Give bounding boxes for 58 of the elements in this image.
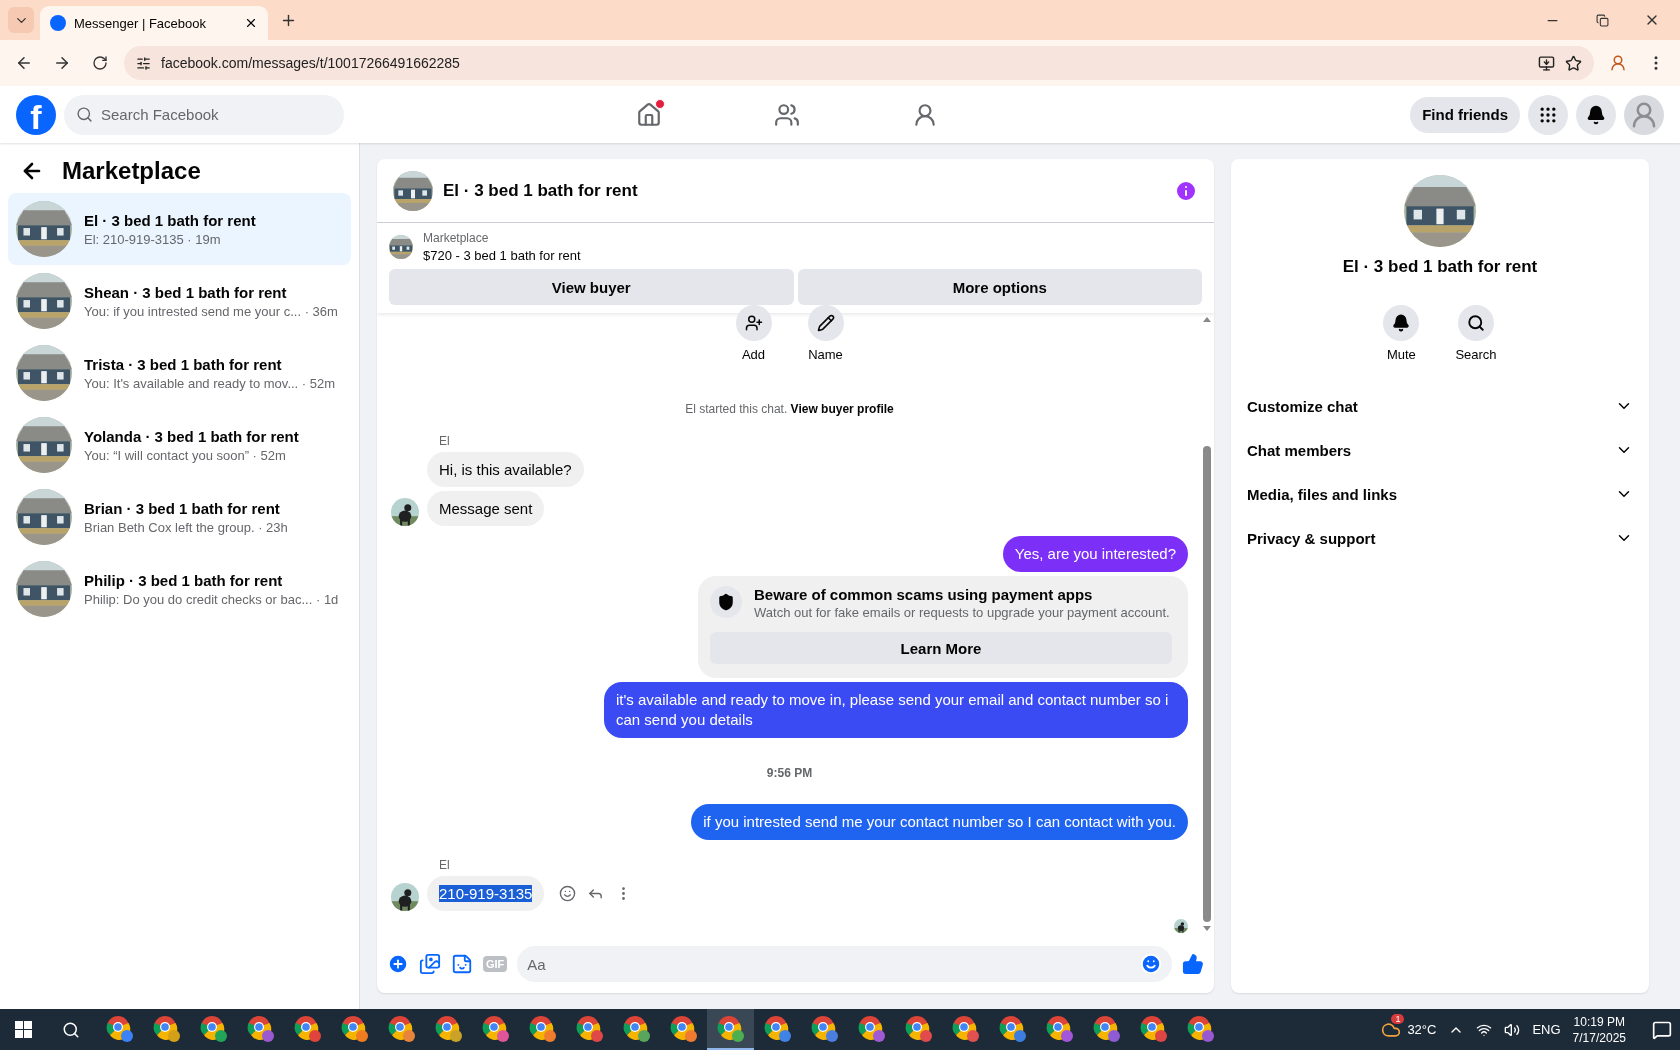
settings-section[interactable]: Media, files and links: [1247, 472, 1633, 516]
action-label: Mute: [1386, 347, 1416, 362]
search-field[interactable]: Search Facebook: [64, 94, 344, 135]
conversation-preview: You: “I will contact you soon” · 52m: [84, 447, 287, 463]
action-label: Add: [741, 347, 766, 362]
action-label: Search: [1455, 347, 1497, 362]
notification-badge: 1: [1391, 1013, 1405, 1024]
clock-date[interactable]: 7/17/2025: [1572, 1029, 1626, 1046]
conversation-item[interactable]: Philip · 3 bed 1 bath for rent Philip: Do you do credit checks or bac... · 1d: [8, 553, 351, 625]
action-label: Name: [808, 347, 843, 362]
conversation-preview: Philip: Do you do credit checks or bac... · 1d: [84, 591, 339, 607]
timestamp: 9:56 PM: [766, 766, 813, 780]
sidebar-title: Marketplace: [62, 157, 201, 185]
listing-title: $720 - 3 bed 1 bath for rent: [423, 248, 581, 263]
message-bubble: Message sent: [427, 491, 545, 526]
conversation-preview: Brian Beth Cox left the group. · 23h: [84, 519, 288, 535]
conversation-name: Yolanda · 3 bed 1 bath for rent: [84, 427, 299, 445]
learn-more-button[interactable]: Learn More: [710, 632, 1172, 664]
message-bubble: Hi, is this available?: [427, 452, 584, 487]
conversation-name: Shean · 3 bed 1 bath for rent: [84, 283, 288, 301]
language-indicator[interactable]: ENG: [1532, 1022, 1561, 1037]
facebook-logo[interactable]: f: [16, 94, 56, 135]
conversation-item[interactable]: El · 3 bed 1 bath for rent El: 210-919-3135 · 19m: [8, 193, 351, 265]
conversation-preview: You: It's available and ready to mov... · 52m: [84, 375, 336, 391]
conversation-name: Brian · 3 bed 1 bath for rent: [84, 499, 281, 517]
conversation-item[interactable]: Brian · 3 bed 1 bath for rent Brian Beth Cox left the group. · 23h: [8, 481, 351, 553]
conversation-name: Philip · 3 bed 1 bath for rent: [84, 571, 284, 589]
conversation-item[interactable]: Yolanda · 3 bed 1 bath for rent You: “I will contact you soon” · 52m: [8, 409, 351, 481]
message-bubble: if you intrested send me your contact number so I can contact with you.: [691, 804, 1188, 840]
sender-name: El: [439, 434, 451, 448]
conversation-preview: El: 210-919-3135 · 19m: [84, 231, 222, 247]
listing-source: Marketplace: [423, 231, 490, 245]
temperature: 32°C: [1407, 1022, 1437, 1037]
settings-section[interactable]: Customize chat: [1247, 384, 1633, 428]
message-input[interactable]: Aa: [517, 946, 1172, 982]
message-bubble: Yes, are you interested?: [1002, 536, 1188, 572]
chat-title: El · 3 bed 1 bath for rent: [1341, 257, 1539, 277]
listing-action-button[interactable]: View buyer: [389, 269, 794, 305]
conversation-preview: You: if you intrested send me your c... · 36m: [84, 303, 338, 319]
settings-section[interactable]: Privacy & support: [1247, 516, 1633, 560]
sender-name: El: [439, 858, 451, 872]
view-buyer-profile-link[interactable]: View buyer profile: [790, 402, 894, 416]
message-bubble: it's available and ready to move in, please send your email and contact number so i can send you details: [604, 682, 1188, 738]
chat-title: El · 3 bed 1 bath for rent: [443, 180, 639, 201]
conversation-item[interactable]: Trista · 3 bed 1 bath for rent You: It's available and ready to mov... · 52m: [8, 337, 351, 409]
warning-title: Beware of common scams using payment apps: [754, 586, 1094, 603]
chat-start-note: El started this chat. View buyer profile: [685, 402, 894, 416]
clock-time[interactable]: 10:19 PM: [1573, 1013, 1625, 1030]
find-friends-button[interactable]: Find friends: [1410, 96, 1520, 133]
browser-tab[interactable]: Messenger | Facebook: [40, 6, 268, 40]
settings-section[interactable]: Chat members: [1247, 428, 1633, 472]
warning-text: Watch out for fake emails or requests to upgrade your payment account.: [754, 605, 1170, 620]
listing-action-button[interactable]: More options: [797, 269, 1202, 305]
conversation-name: El · 3 bed 1 bath for rent: [84, 211, 256, 229]
conversation-item[interactable]: Shean · 3 bed 1 bath for rent You: if you intrested send me your c... · 36m: [8, 265, 351, 337]
address-bar[interactable]: facebook.com/messages/t/10017266491662285: [124, 46, 1594, 80]
conversation-name: Trista · 3 bed 1 bath for rent: [84, 355, 283, 373]
message-bubble: 210-919-3135: [427, 876, 545, 911]
